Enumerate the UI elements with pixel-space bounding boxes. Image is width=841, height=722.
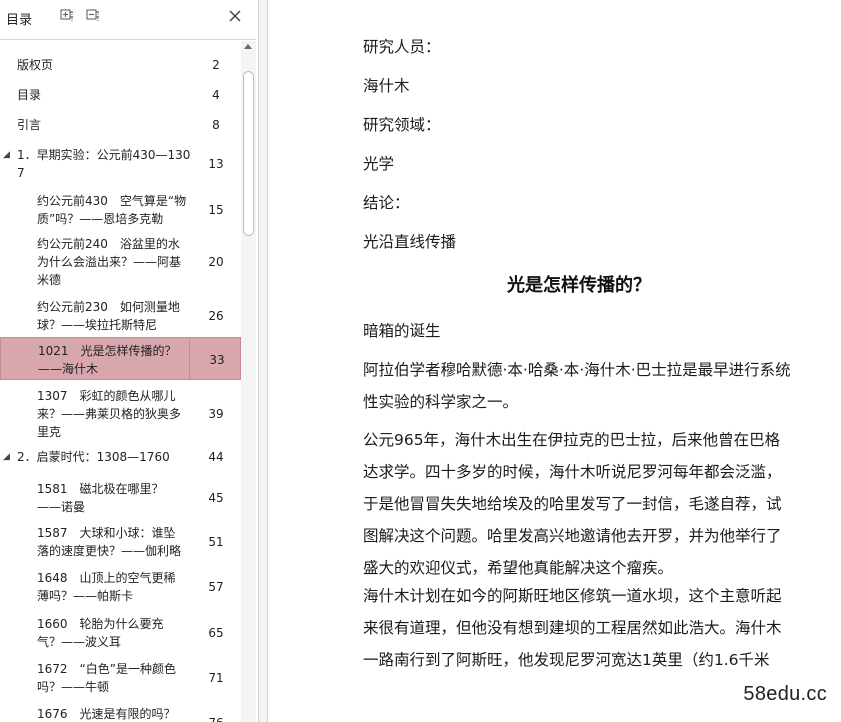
section-subheading: 暗箱的诞生: [363, 322, 441, 340]
researcher-label: 研究人员：: [363, 38, 441, 56]
toc-item-page-number: 45: [208, 491, 224, 505]
toc-item-label: 1672 “白色”是一种颜色吗？——牛顿: [37, 662, 176, 694]
toc-item[interactable]: 1648 山顶上的空气更稀薄吗？——帕斯卡 57: [0, 567, 241, 607]
toc-item[interactable]: 引言 8: [0, 114, 241, 136]
toc-item[interactable]: 版权页 2: [0, 54, 241, 76]
toc-item-page-number: 2: [212, 58, 220, 72]
toc-item[interactable]: 1581 磁北极在哪里？——诺曼 45: [0, 478, 241, 518]
conclusion-value: 光沿直线传播: [363, 233, 457, 251]
toc-item-page-number: 8: [212, 118, 220, 132]
toc-item-label: 1581 磁北极在哪里？——诺曼: [37, 482, 164, 514]
collapse-caret-icon[interactable]: ◢: [3, 146, 10, 164]
toc-item[interactable]: 1672 “白色”是一种颜色吗？——牛顿 71: [0, 658, 241, 698]
toc-column-divider: [189, 338, 190, 379]
body-paragraph: 公元965年，海什木出生在伊拉克的巴士拉，后来他曾在巴格达求学。四十多岁的时候，…: [363, 431, 782, 577]
toc-item-page-number: 71: [208, 671, 224, 685]
pane-splitter[interactable]: [258, 0, 268, 722]
watermark-text: 58edu.cc: [743, 683, 827, 705]
scroll-up-arrow-icon[interactable]: [244, 44, 252, 49]
toc-item-label: 1021 光是怎样传播的？——海什木: [38, 344, 177, 376]
researcher-name: 海什木: [363, 77, 410, 95]
toc-pane: 目录 版权页 2 目录 4 引言 8 ◢ 1．早期实验：公元前430—1307 …: [0, 0, 258, 722]
toc-item-label: 版权页: [17, 58, 54, 72]
toc-item-page-number: 44: [208, 450, 224, 464]
collapse-all-icon[interactable]: [85, 8, 101, 24]
toc-item-label: 1307 彩虹的颜色从哪儿来？——弗莱贝格的狄奥多里克: [37, 389, 182, 439]
toc-item[interactable]: ◢ 1．早期实验：公元前430—1307 13: [0, 144, 241, 184]
toc-item-page-number: 51: [208, 535, 224, 549]
toc-item-label: 1648 山顶上的空气更稀薄吗？——帕斯卡: [37, 571, 176, 603]
conclusion-label: 结论：: [363, 194, 410, 212]
toc-item-page-number: 13: [208, 157, 224, 171]
toc-item-page-number: 15: [208, 203, 224, 217]
toc-item-label: 1676 光速是有限的吗？——: [37, 707, 176, 721]
toc-item-page-number: 65: [208, 626, 224, 640]
toc-item[interactable]: ◢ 2．启蒙时代：1308—1760 44: [0, 446, 241, 468]
toc-item-label: 1660 轮胎为什么要充气？——波义耳: [37, 617, 164, 649]
toc-item[interactable]: 1676 光速是有限的吗？—— 76: [0, 703, 241, 722]
toc-item[interactable]: 约公元前240 浴盆里的水为什么会溢出来？——阿基米德 20: [0, 234, 241, 289]
toc-item[interactable]: 1587 大球和小球：谁坠落的速度更快？——伽利略 51: [0, 522, 241, 562]
toc-item-label: 1．早期实验：公元前430—1307: [17, 148, 191, 180]
toc-item-page-number: 33: [209, 353, 225, 367]
toc-item-label: 约公元前230 如何测量地球？——埃拉托斯特尼: [37, 300, 180, 332]
toc-item-label: 目录: [17, 88, 42, 102]
body-paragraph: 阿拉伯学者穆哈默德·本·哈桑·本·海什木·巴士拉是最早进行系统性实验的科学家之一…: [363, 361, 791, 411]
toc-item-label: 约公元前430 空气算是“物质”吗？——恩培多克勒: [37, 194, 187, 226]
chapter-heading: 光是怎样传播的？: [507, 275, 651, 296]
toc-item-page-number: 26: [208, 309, 224, 323]
toc-item-page-number: 57: [208, 580, 224, 594]
close-icon[interactable]: [226, 7, 244, 25]
body-paragraph: 海什木计划在如今的阿斯旺地区修筑一道水坝，这个主意听起来很有道理，但他没有想到建…: [363, 587, 782, 669]
toc-list: 版权页 2 目录 4 引言 8 ◢ 1．早期实验：公元前430—1307 13 约公元前430 空…: [0, 41, 241, 722]
toc-item[interactable]: 1660 轮胎为什么要充气？——波义耳 65: [0, 613, 241, 653]
toc-item-page-number: 4: [212, 88, 220, 102]
toc-item-page-number: 76: [200, 714, 232, 722]
document-pane: 研究人员： 海什木 研究领域： 光学 结论： 光沿直线传播 光是怎样传播的？ 暗…: [268, 0, 841, 722]
toc-item-selected[interactable]: 1021 光是怎样传播的？——海什木 33: [0, 337, 241, 380]
expand-all-icon[interactable]: [59, 8, 75, 24]
toc-item-page-number: 39: [208, 407, 224, 421]
toc-item-label: 2．启蒙时代：1308—1760: [17, 450, 170, 464]
toc-item-label: 约公元前240 浴盆里的水为什么会溢出来？——阿基米德: [37, 237, 182, 287]
field-label: 研究领域：: [363, 116, 441, 134]
toc-item[interactable]: 约公元前430 空气算是“物质”吗？——恩培多克勒 15: [0, 186, 241, 234]
scroll-thumb[interactable]: [243, 71, 254, 236]
toc-item[interactable]: 1307 彩虹的颜色从哪儿来？——弗莱贝格的狄奥多里克 39: [0, 386, 241, 441]
collapse-caret-icon[interactable]: ◢: [3, 448, 10, 466]
toc-item-label: 1587 大球和小球：谁坠落的速度更快？——伽利略: [37, 526, 182, 558]
toc-item[interactable]: 目录 4: [0, 84, 241, 106]
toc-header: 目录: [0, 0, 256, 40]
toc-item-page-number: 20: [208, 255, 224, 269]
toc-title: 目录: [6, 13, 33, 28]
toc-item[interactable]: 约公元前230 如何测量地球？——埃拉托斯特尼 26: [0, 294, 241, 337]
toc-scrollbar[interactable]: [241, 41, 256, 722]
field-value: 光学: [363, 155, 395, 173]
toc-item-label: 引言: [17, 118, 42, 132]
